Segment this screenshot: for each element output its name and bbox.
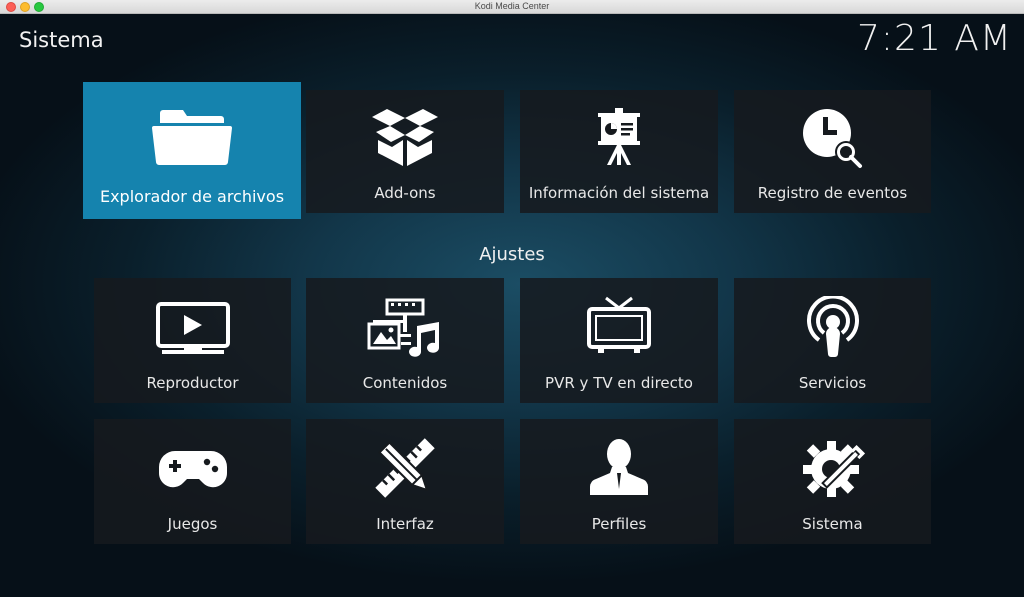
tile-label: Reproductor <box>146 374 239 392</box>
tile-add-ons[interactable]: Add-ons <box>306 90 504 213</box>
media-library-icon <box>306 298 504 360</box>
tile-system[interactable]: Sistema <box>734 419 931 544</box>
play-screen-icon <box>94 302 291 356</box>
tile-label: Contenidos <box>362 374 448 392</box>
gear-wrench-icon <box>734 437 931 501</box>
tile-profiles[interactable]: Perfiles <box>520 419 718 544</box>
tile-games[interactable]: Juegos <box>94 419 291 544</box>
tile-label: Información del sistema <box>528 184 710 202</box>
window-title: Kodi Media Center <box>474 1 550 11</box>
tile-pvr-tv[interactable]: PVR y TV en directo <box>520 278 718 403</box>
tile-player[interactable]: Reproductor <box>94 278 291 403</box>
gamepad-icon <box>94 445 291 493</box>
window-titlebar: Kodi Media Center <box>0 0 1024 14</box>
tile-label: Juegos <box>167 515 218 533</box>
tile-label: Interfaz <box>376 515 434 533</box>
tile-event-log[interactable]: Registro de eventos <box>734 90 931 213</box>
kodi-stage: Sistema 7:21 AM Explorador de archivos A… <box>0 14 1024 597</box>
clock-search-icon <box>734 108 931 170</box>
folder-icon <box>83 106 301 166</box>
presentation-board-icon <box>520 108 718 166</box>
tile-label: Add-ons <box>374 184 436 202</box>
tv-antenna-icon <box>520 296 718 356</box>
section-title: Ajustes <box>479 244 545 265</box>
tile-label: Explorador de archivos <box>99 187 285 206</box>
page-title: Sistema <box>19 28 104 52</box>
tile-system-info[interactable]: Información del sistema <box>520 90 718 213</box>
tile-services[interactable]: Servicios <box>734 278 931 403</box>
tile-media[interactable]: Contenidos <box>306 278 504 403</box>
clock: 7:21 AM <box>857 18 1012 59</box>
podcast-icon <box>734 296 931 358</box>
tile-label: Servicios <box>798 374 867 392</box>
user-silhouette-icon <box>520 437 718 497</box>
tile-interface[interactable]: Interfaz <box>306 419 504 544</box>
pencil-ruler-icon <box>306 437 504 499</box>
open-box-icon <box>306 108 504 168</box>
tile-label: Perfiles <box>591 515 647 533</box>
tile-label: Sistema <box>802 515 863 533</box>
tile-label: PVR y TV en directo <box>545 374 693 392</box>
tile-label: Registro de eventos <box>757 184 908 202</box>
tile-file-manager[interactable]: Explorador de archivos <box>83 82 301 219</box>
